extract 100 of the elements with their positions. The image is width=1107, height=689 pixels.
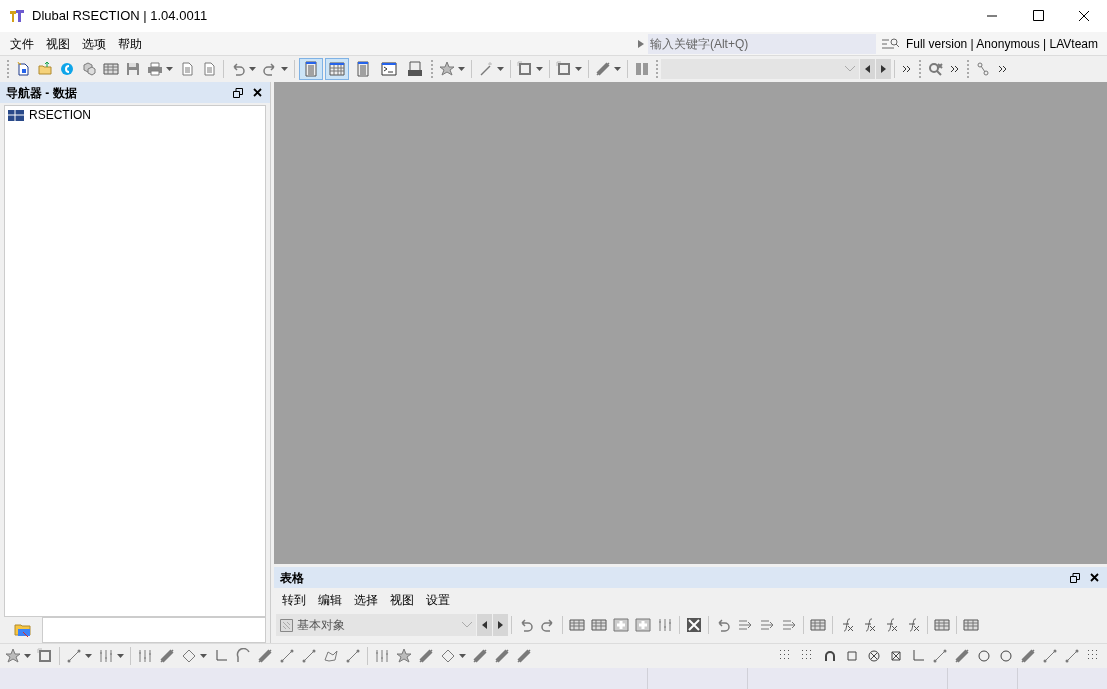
- beam-icon[interactable]: [516, 648, 532, 664]
- app-logo-icon: [8, 7, 26, 25]
- book-icon[interactable]: [634, 61, 650, 77]
- circle-icon[interactable]: [866, 648, 882, 664]
- dropdown-caret-icon[interactable]: [614, 67, 621, 71]
- view-toggle-button[interactable]: [325, 58, 349, 80]
- beam-icon[interactable]: [472, 648, 488, 664]
- beam-icon[interactable]: [418, 648, 434, 664]
- chevron-down-icon: [845, 66, 855, 72]
- object-select[interactable]: 基本对象: [276, 614, 476, 636]
- arrow-icon[interactable]: [737, 617, 753, 633]
- beam-icon[interactable]: [494, 648, 510, 664]
- panel-title: 导航器 - 数据: [6, 84, 78, 102]
- dropdown-caret-icon[interactable]: [249, 67, 256, 71]
- arc-icon[interactable]: [235, 648, 251, 664]
- dropdown-caret-icon[interactable]: [281, 67, 288, 71]
- close-icon[interactable]: [1090, 573, 1099, 582]
- triangle-left-icon: [865, 65, 870, 73]
- frame-icon[interactable]: [37, 648, 53, 664]
- shape-icon[interactable]: [440, 648, 456, 664]
- redo-icon[interactable]: [540, 617, 556, 633]
- grid-window-icon: [329, 61, 345, 77]
- menu-item[interactable]: 帮助: [112, 32, 148, 55]
- list-window-icon: [355, 61, 371, 77]
- diamond-icon[interactable]: [181, 648, 197, 664]
- corner-icon[interactable]: [910, 648, 926, 664]
- dropdown-caret-icon[interactable]: [459, 654, 466, 658]
- tree-item[interactable]: RSECTION: [5, 106, 265, 124]
- app-icon[interactable]: [59, 61, 75, 77]
- search-icon[interactable]: [881, 36, 900, 51]
- document-icon[interactable]: [179, 61, 195, 77]
- dropdown-caret-icon[interactable]: [85, 654, 92, 658]
- triangle-right-icon: [881, 65, 886, 73]
- document-icon[interactable]: [201, 61, 217, 77]
- magnet-icon[interactable]: [822, 648, 838, 664]
- dropdown-caret-icon[interactable]: [200, 654, 207, 658]
- next-button[interactable]: [493, 614, 508, 636]
- shape-icon[interactable]: [517, 61, 533, 77]
- dropdown-caret-icon[interactable]: [166, 67, 173, 71]
- triangle-right-icon: [498, 621, 503, 629]
- overflow-chevron-icon[interactable]: [998, 65, 1008, 73]
- polygon-icon[interactable]: [323, 648, 339, 664]
- circle-icon[interactable]: [998, 648, 1014, 664]
- undo-icon[interactable]: [518, 617, 534, 633]
- save-icon[interactable]: [125, 61, 141, 77]
- dropdown-caret-icon[interactable]: [24, 654, 31, 658]
- menu-item[interactable]: 选择: [348, 591, 384, 609]
- folder-icon[interactable]: [37, 61, 53, 77]
- previous-button[interactable]: [477, 614, 492, 636]
- section-icon: [8, 109, 24, 121]
- overflow-chevron-icon[interactable]: [950, 65, 960, 73]
- menu-item[interactable]: 设置: [420, 591, 456, 609]
- printer-icon[interactable]: [147, 61, 163, 77]
- license-label: Full version | Anonymous | LAVteam: [905, 35, 1098, 53]
- square-icon[interactable]: [888, 648, 904, 664]
- circle-icon[interactable]: [976, 648, 992, 664]
- redo-icon[interactable]: [262, 61, 278, 77]
- dropdown-caret-icon[interactable]: [536, 67, 543, 71]
- expand-arrow-icon[interactable]: [637, 39, 644, 48]
- undo-icon[interactable]: [715, 617, 731, 633]
- dropdown-caret-icon[interactable]: [117, 654, 124, 658]
- nodes-icon[interactable]: [975, 61, 991, 77]
- menu-item[interactable]: 转到: [276, 591, 312, 609]
- menu-item[interactable]: 视图: [40, 32, 76, 55]
- delete-icon[interactable]: [686, 617, 702, 633]
- view-toggle-button[interactable]: [299, 58, 323, 80]
- cubes-icon[interactable]: [81, 61, 97, 77]
- new-document-icon[interactable]: [15, 61, 31, 77]
- frame-icon[interactable]: [556, 61, 572, 77]
- triangle-left-icon: [482, 621, 487, 629]
- bars-icon[interactable]: [374, 648, 390, 664]
- search-field[interactable]: 输入关键字(Alt+Q): [647, 33, 876, 54]
- close-icon[interactable]: [253, 88, 262, 97]
- dropdown-caret-icon[interactable]: [497, 67, 504, 71]
- star-icon[interactable]: [396, 648, 412, 664]
- restore-icon[interactable]: [1070, 572, 1080, 583]
- window-title: Dlubal RSECTION | 1.04.0011: [32, 7, 208, 26]
- dropdown-caret-icon[interactable]: [575, 67, 582, 71]
- menu-item[interactable]: 选项: [76, 32, 112, 55]
- menu-item[interactable]: 视图: [384, 591, 420, 609]
- add-icon[interactable]: [613, 617, 629, 633]
- restore-icon[interactable]: [233, 87, 243, 98]
- star-icon[interactable]: [439, 61, 455, 77]
- beam-icon[interactable]: [595, 61, 611, 77]
- overflow-chevron-icon[interactable]: [902, 65, 912, 73]
- menu-item[interactable]: 编辑: [312, 591, 348, 609]
- dropdown-caret-icon[interactable]: [458, 67, 465, 71]
- next-button[interactable]: [876, 59, 891, 79]
- script-icon: [407, 61, 423, 77]
- arrow-icon[interactable]: [781, 617, 797, 633]
- previous-button[interactable]: [860, 59, 875, 79]
- folder-icon: [14, 622, 32, 638]
- arrow-icon[interactable]: [759, 617, 775, 633]
- magnifier-icon[interactable]: [927, 61, 943, 77]
- chevron-down-icon: [462, 622, 472, 628]
- menu-item[interactable]: 文件: [4, 32, 40, 55]
- terminal-icon: [381, 61, 397, 77]
- wand-icon[interactable]: [478, 61, 494, 77]
- panel-title: 表格: [280, 569, 305, 587]
- undo-icon[interactable]: [230, 61, 246, 77]
